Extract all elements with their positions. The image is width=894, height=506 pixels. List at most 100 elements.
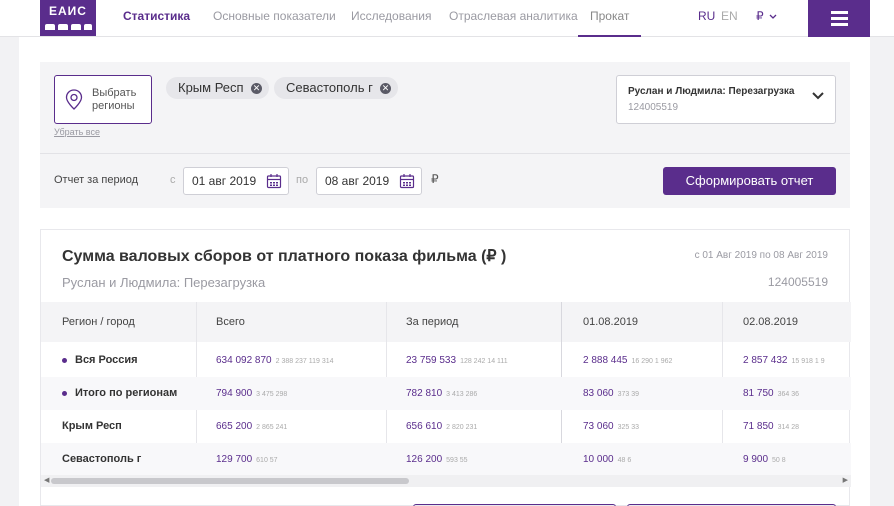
date-from-input[interactable]: 01 авг 2019: [183, 167, 289, 195]
logo-seat-icon: [71, 24, 81, 30]
region-chip-label: Крым Респ: [178, 80, 244, 95]
cell-period[interactable]: 782 810 3 413 286: [406, 377, 561, 410]
cell-meta: 15 918 1 9: [791, 358, 825, 365]
cell-meta: 2 865 241: [256, 424, 288, 431]
row-name-text: Вся Россия: [75, 354, 138, 366]
table-row: Итого по регионам 794 900 3 475 298 782 8…: [41, 377, 851, 410]
nav-industry-analytics[interactable]: Отраслевая аналитика: [449, 0, 578, 37]
cell-value: 665 200: [216, 421, 253, 432]
cell-day[interactable]: 83 060 373 39: [583, 377, 722, 410]
column-header[interactable]: 02.08.2019: [743, 302, 798, 342]
nav-main-indicators[interactable]: Основные показатели: [213, 0, 336, 37]
cell-day[interactable]: 2 888 445 16 290 1 962: [583, 344, 722, 377]
logo-text: ЕАИС: [49, 4, 87, 18]
row-name: Крым Респ: [62, 410, 122, 443]
remove-chip-icon[interactable]: ✕: [380, 83, 391, 94]
generate-report-button[interactable]: Сформировать отчет: [663, 167, 836, 195]
row-name-text: Крым Респ: [62, 420, 122, 432]
calendar-icon[interactable]: [266, 173, 282, 189]
report-date-range: с 01 Авг 2019 по 08 Авг 2019: [694, 250, 828, 261]
cell-meta: 364 36: [777, 391, 800, 398]
calendar-icon[interactable]: [399, 173, 415, 189]
dot-icon: [62, 357, 67, 363]
lang-ru[interactable]: RU: [698, 0, 715, 33]
logo-seat-icon: [84, 24, 92, 30]
cell-day[interactable]: 71 850 314 28: [743, 410, 851, 443]
column-header[interactable]: 01.08.2019: [583, 302, 638, 342]
cell-day[interactable]: 73 060 325 33: [583, 410, 722, 443]
cell-value: 656 610: [406, 421, 443, 432]
cell-value: 634 092 870: [216, 355, 272, 366]
nav-distribution[interactable]: Прокат: [578, 0, 642, 37]
cell-day[interactable]: 2 857 432 15 918 1 9: [743, 344, 851, 377]
row-name: Вся Россия: [62, 344, 138, 377]
cell-day[interactable]: 81 750 364 36: [743, 377, 851, 410]
cell-meta: 16 290 1 962: [631, 358, 673, 365]
report-film-name: Руслан и Людмила: Перезагрузка: [62, 275, 266, 290]
cell-meta: 128 242 14 111: [460, 358, 508, 365]
hamburger-icon: [831, 23, 848, 26]
table-header: Регион / город Всего За период 01.08.201…: [41, 302, 851, 342]
chevron-down-icon: [769, 14, 777, 19]
column-header: Регион / город: [62, 316, 135, 328]
cell-meta: 610 57: [256, 457, 278, 464]
cell-period[interactable]: 126 200 593 55: [406, 443, 561, 476]
cell-period[interactable]: 23 759 533 128 242 14 111: [406, 344, 561, 377]
column-header[interactable]: За период: [406, 302, 458, 342]
report-title: Сумма валовых сборов от платного показа …: [62, 248, 507, 265]
scroll-right-icon[interactable]: ▶: [843, 476, 848, 484]
row-name-text: Итого по регионам: [75, 387, 178, 399]
scroll-left-icon[interactable]: ◀: [44, 476, 49, 484]
dot-icon: [62, 390, 67, 396]
currency-sign: ₽: [431, 172, 439, 186]
cell-day[interactable]: 10 000 48 6: [583, 443, 722, 476]
period-label: Отчет за период: [54, 174, 139, 186]
date-to-input[interactable]: 08 авг 2019: [316, 167, 422, 195]
report-card: Сумма валовых сборов от платного показа …: [40, 229, 851, 506]
cell-total[interactable]: 665 200 2 865 241: [216, 410, 386, 443]
table-row: Вся Россия 634 092 870 2 388 237 119 314 …: [41, 344, 851, 377]
cell-value: 23 759 533: [406, 355, 457, 366]
cell-total[interactable]: 129 700 610 57: [216, 443, 386, 476]
cell-total[interactable]: 634 092 870 2 388 237 119 314: [216, 344, 386, 377]
currency-label: ₽: [756, 9, 764, 23]
region-chip-sevastopol: Севастополь г ✕: [274, 77, 398, 99]
cell-value: 782 810: [406, 388, 443, 399]
region-chip-crimea: Крым Респ ✕: [166, 77, 269, 99]
currency-selector[interactable]: ₽: [756, 0, 777, 33]
cell-period[interactable]: 656 610 2 820 231: [406, 410, 561, 443]
cell-meta: 3 413 286: [446, 391, 478, 398]
cell-value: 10 000: [583, 454, 614, 465]
cell-value: 794 900: [216, 388, 253, 399]
table-row: Севастополь г 129 700 610 57 126 200 593 5…: [41, 443, 851, 476]
hamburger-icon: [831, 11, 848, 14]
row-name: Севастополь г: [62, 443, 141, 476]
film-select[interactable]: Руслан и Людмила: Перезагрузка 124005519: [616, 75, 836, 124]
date-to-label: по: [296, 174, 309, 186]
select-regions-label: Выбрать регионы: [92, 87, 137, 112]
cell-value: 129 700: [216, 454, 253, 465]
cell-value: 81 750: [743, 388, 774, 399]
remove-chip-icon[interactable]: ✕: [251, 83, 262, 94]
column-header[interactable]: Всего: [216, 302, 245, 342]
clear-all-link[interactable]: Убрать все: [54, 127, 100, 137]
nav-research[interactable]: Исследования: [351, 0, 431, 37]
horizontal-scrollbar[interactable]: ◀ ▶: [41, 475, 851, 487]
lang-en[interactable]: EN: [721, 0, 738, 33]
cell-day[interactable]: 9 900 50 8: [743, 443, 851, 476]
scrollbar-thumb[interactable]: [51, 478, 409, 484]
cell-total[interactable]: 794 900 3 475 298: [216, 377, 386, 410]
cell-value: 71 850: [743, 421, 774, 432]
cell-meta: 48 6: [617, 457, 632, 464]
cell-value: 83 060: [583, 388, 614, 399]
map-pin-icon: [65, 89, 83, 110]
cell-value: 2 888 445: [583, 355, 628, 366]
logo-seat-icon: [45, 24, 55, 30]
cell-value: 2 857 432: [743, 355, 788, 366]
select-regions-button[interactable]: Выбрать регионы: [54, 75, 152, 124]
menu-button[interactable]: [808, 0, 870, 37]
eais-logo[interactable]: ЕАИС: [40, 0, 96, 36]
nav-statistics[interactable]: Статистика: [123, 0, 190, 37]
region-chip-label: Севастополь г: [286, 80, 373, 95]
cell-meta: 2 388 237 119 314: [275, 358, 334, 365]
